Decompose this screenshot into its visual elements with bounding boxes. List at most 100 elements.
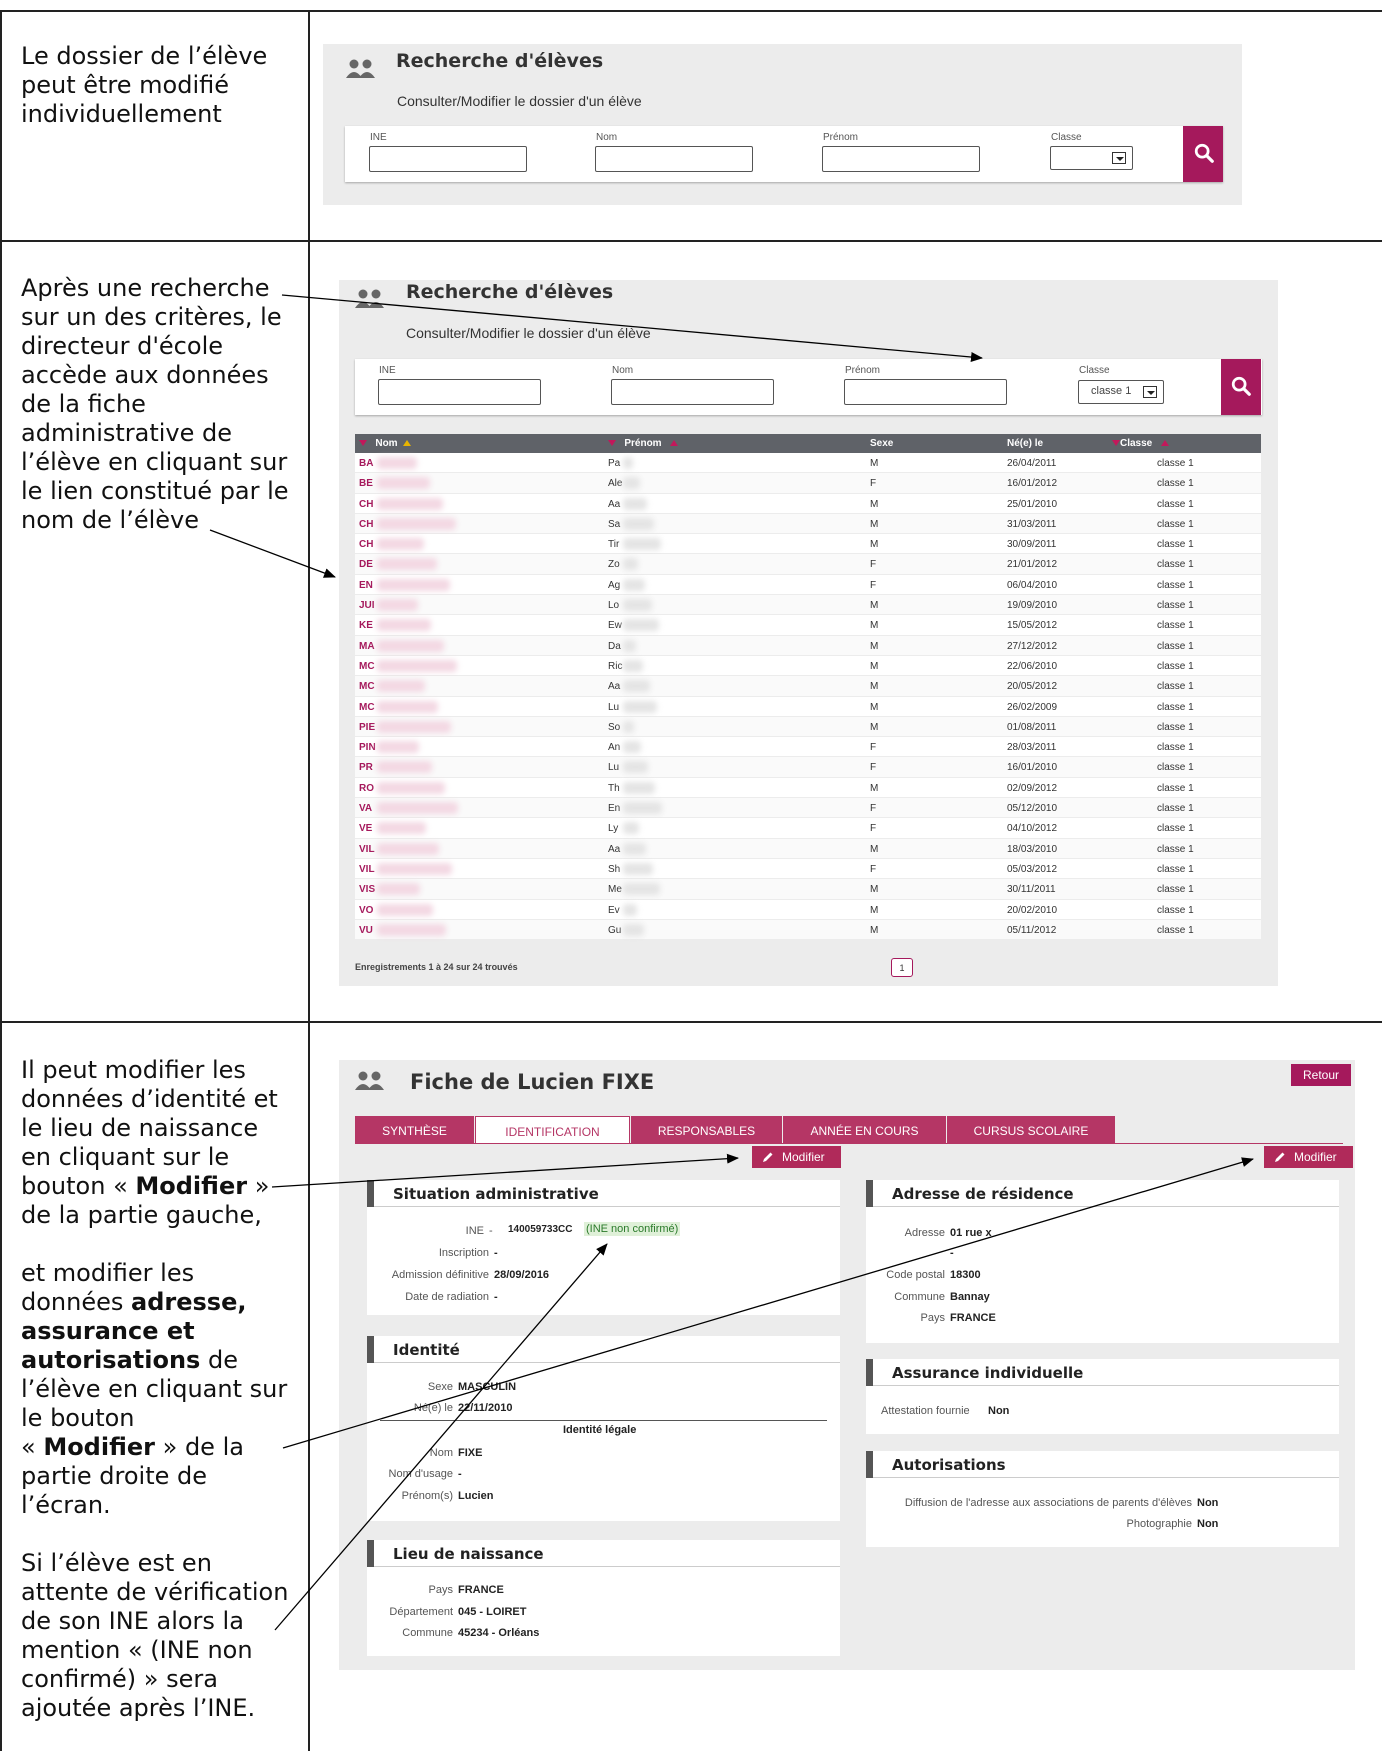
nom-link[interactable]: DE: [359, 559, 373, 570]
redacted-name: [377, 761, 432, 774]
birthdate-cell: 20/05/2012: [1007, 681, 1058, 693]
photographie-label: Photographie: [1126, 1518, 1192, 1530]
nom-link[interactable]: CH: [359, 539, 373, 550]
birthdate-cell: 05/11/2012: [1007, 924, 1057, 936]
header-prenom[interactable]: Prénom: [608, 438, 678, 449]
tab-identification[interactable]: IDENTIFICATION: [475, 1116, 630, 1144]
birthdate-cell: 26/04/2011: [1007, 458, 1057, 469]
sexe-cell: F: [870, 762, 877, 774]
nom-link[interactable]: JUI: [359, 600, 375, 611]
nom-link[interactable]: EN: [359, 580, 373, 591]
ine-input[interactable]: [378, 379, 541, 405]
nom-link[interactable]: VIL: [359, 864, 375, 875]
card-adresse-residence: Adresse de résidence Adresse 01 rue x - …: [866, 1180, 1339, 1343]
prenom-cell: Ew: [608, 620, 622, 632]
sort-asc-icon: [1160, 440, 1169, 447]
search-button[interactable]: [1183, 126, 1223, 182]
redacted-name: [377, 883, 420, 896]
nom-link[interactable]: PIN: [359, 742, 376, 753]
redacted-name: [377, 923, 446, 936]
birthdate-cell: 16/01/2010: [1007, 762, 1058, 774]
table-row: DE Zo F 21/01/2012 classe 1: [355, 554, 1261, 575]
admission-label: Admission définitive: [391, 1269, 489, 1281]
row3-description: Il peut modifier les données d’identité …: [21, 1056, 288, 1723]
prenom-input[interactable]: [822, 146, 980, 172]
sexe-cell: F: [870, 478, 877, 490]
classe-cell: classe 1: [1157, 904, 1194, 916]
nom-link[interactable]: RO: [359, 783, 374, 794]
redacted-prenom: [623, 741, 641, 754]
classe-select[interactable]: classe 1: [1078, 380, 1164, 404]
nom-link[interactable]: VE: [359, 823, 372, 834]
nom-link[interactable]: BA: [359, 458, 373, 469]
chevron-down-icon: [1143, 386, 1157, 398]
classe-cell: classe 1: [1157, 742, 1194, 754]
nom-link[interactable]: PIE: [359, 722, 375, 733]
card-title: Assurance individuelle: [866, 1359, 1339, 1386]
header-sexe: Sexe: [870, 438, 894, 449]
nom-link[interactable]: CH: [359, 499, 373, 510]
classe-select[interactable]: [1050, 146, 1133, 170]
tab-synthese[interactable]: SYNTHÈSE: [355, 1116, 474, 1144]
pays-label: Pays: [920, 1312, 945, 1324]
pays-value: FRANCE: [458, 1584, 504, 1596]
nom-link[interactable]: CH: [359, 519, 373, 530]
nom-link[interactable]: MC: [359, 681, 375, 692]
table-row: CH Aa M 25/01/2010 classe 1: [355, 493, 1261, 514]
sexe-cell: F: [870, 823, 877, 835]
card-title: Situation administrative: [367, 1180, 840, 1207]
nom-input[interactable]: [595, 146, 753, 172]
pays-label: Pays: [428, 1584, 453, 1596]
classe-cell: classe 1: [1157, 803, 1194, 815]
header-classe[interactable]: Classe: [1112, 438, 1169, 449]
birthdate-cell: 27/12/2012: [1007, 640, 1058, 652]
tab-responsables[interactable]: RESPONSABLES: [631, 1116, 782, 1144]
birthdate-cell: 21/01/2012: [1007, 559, 1058, 571]
tab-annee-en-cours[interactable]: ANNÉE EN COURS: [783, 1116, 946, 1144]
birthdate-cell: 18/03/2010: [1007, 843, 1058, 855]
nom-link[interactable]: MA: [359, 641, 375, 652]
nom-link[interactable]: VIS: [359, 884, 375, 895]
nom-link[interactable]: VIL: [359, 844, 375, 855]
modifier-button-right[interactable]: Modifier: [1264, 1146, 1353, 1168]
modifier-button-left[interactable]: Modifier: [752, 1146, 841, 1168]
page-button[interactable]: 1: [891, 958, 913, 977]
nom-link[interactable]: VA: [359, 803, 372, 814]
header-nom[interactable]: Nom: [359, 438, 412, 449]
commune-label: Commune: [402, 1627, 453, 1639]
table-row: VE Ly F 04/10/2012 classe 1: [355, 818, 1261, 839]
nom-link[interactable]: BE: [359, 478, 373, 489]
redacted-prenom: [623, 862, 653, 875]
commune-value: Bannay: [950, 1291, 990, 1303]
redacted-prenom: [623, 477, 640, 490]
prenom-cell: Aa: [608, 843, 621, 855]
nom-link[interactable]: PR: [359, 762, 373, 773]
table-row: KE Ew M 15/05/2012 classe 1: [355, 615, 1261, 636]
nom-link[interactable]: MC: [359, 702, 375, 713]
nom-link[interactable]: MC: [359, 661, 375, 672]
table-row: VA En F 05/12/2010 classe 1: [355, 798, 1261, 819]
sexe-cell: M: [870, 660, 879, 672]
ine-input[interactable]: [369, 146, 527, 172]
sexe-cell: M: [870, 782, 879, 794]
nom-input[interactable]: [611, 379, 774, 405]
header-classe-label: Classe: [1120, 438, 1153, 449]
card-title: Lieu de naissance: [367, 1540, 840, 1567]
search-button[interactable]: [1221, 359, 1261, 415]
retour-button[interactable]: Retour: [1291, 1064, 1351, 1086]
sexe-cell: F: [870, 559, 877, 571]
header-ne: Né(e) le: [1007, 438, 1044, 449]
classe-cell: classe 1: [1157, 701, 1194, 713]
nom-link[interactable]: VU: [359, 925, 373, 936]
redacted-prenom: [623, 680, 650, 693]
prenom-cell: Aa: [608, 498, 621, 510]
tab-cursus-scolaire[interactable]: CURSUS SCOLAIRE: [947, 1116, 1115, 1144]
redacted-prenom: [623, 923, 644, 936]
prenom-cell: Tir: [608, 539, 620, 551]
nom-link[interactable]: VO: [359, 905, 373, 916]
prenom-input[interactable]: [844, 379, 1007, 405]
table-row: BA Pa M 26/04/2011 classe 1: [355, 453, 1261, 474]
birthdate-cell: 16/01/2012: [1007, 478, 1058, 490]
nom-link[interactable]: KE: [359, 620, 373, 631]
search-subtitle: Consulter/Modifier le dossier d'un élève: [406, 325, 651, 341]
